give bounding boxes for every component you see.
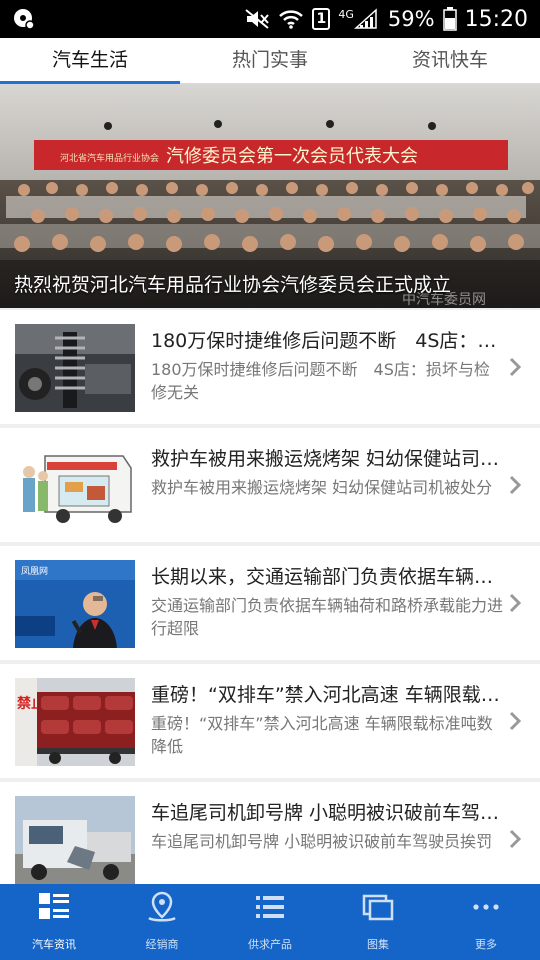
nav-more[interactable]: 更多 bbox=[432, 884, 540, 960]
bottom-navigation: 汽车资讯 经销商 供求产品 图集 更多 bbox=[0, 884, 540, 960]
news-item[interactable]: 禁止 重磅！“双排车”禁入河北高速 车辆限载标准吨数降低 重磅！“双排车”禁入河… bbox=[0, 664, 540, 778]
chevron-right-icon bbox=[509, 357, 522, 377]
banner-caption: 热烈祝贺河北汽车用品行业协会汽修委员会正式成立 bbox=[14, 274, 452, 296]
featured-banner[interactable]: 河北省汽车用品行业协会 汽修委员会第一次会员代表大会 中汽车委员网 热烈祝贺河北… bbox=[0, 84, 540, 308]
chevron-right-icon bbox=[509, 829, 522, 849]
more-dots-icon bbox=[473, 904, 499, 910]
news-title: 重磅！“双排车”禁入河北高速 车辆限载标准吨数降低 bbox=[151, 684, 506, 706]
tab-car-life[interactable]: 汽车生活 bbox=[0, 38, 180, 84]
banner-sign-small: 河北省汽车用品行业协会 bbox=[60, 152, 159, 164]
car-suspension-photo-icon bbox=[15, 324, 135, 412]
speaker-at-event-photo-icon: 凤凰网 bbox=[15, 560, 135, 648]
nav-dealers[interactable]: 经销商 bbox=[108, 884, 216, 960]
ambulance-illustration-icon bbox=[15, 442, 135, 530]
news-list: 180万保时捷维修后问题不断 4S店：损坏与检修无关 180万保时捷维修后问题不… bbox=[0, 310, 540, 900]
chevron-right-icon bbox=[509, 593, 522, 613]
status-bar: 1 4G 59% 15:20 bbox=[0, 0, 540, 38]
news-thumbnail: 禁止 bbox=[15, 678, 135, 766]
category-tabs: 汽车生活 热门实事 资讯快车 bbox=[0, 38, 540, 84]
nav-supply-products[interactable]: 供求产品 bbox=[216, 884, 324, 960]
tab-hot-news[interactable]: 热门实事 bbox=[180, 38, 360, 83]
news-item[interactable]: 车追尾司机卸号牌 小聪明被识破前车驾驶员挨罚 车追尾司机卸号牌 小聪明被识破前车… bbox=[0, 782, 540, 896]
news-thumbnail bbox=[15, 324, 135, 412]
app-notification-icon bbox=[14, 9, 35, 30]
nav-car-news[interactable]: 汽车资讯 bbox=[0, 884, 108, 960]
car-carrier-truck-photo-icon: 禁止 bbox=[15, 678, 135, 766]
news-item[interactable]: 救护车被用来搬运烧烤架 妇幼保健站司机被处分 救护车被用来搬运烧烤架 妇幼保健站… bbox=[0, 428, 540, 542]
banner-sign-text: 汽修委员会第一次会员代表大会 bbox=[166, 146, 418, 167]
location-pin-icon bbox=[148, 891, 176, 922]
list-icon bbox=[256, 896, 284, 918]
news-summary: 交通运输部门负责依据车辆轴荷和路桥承载能力进行超限 bbox=[151, 596, 503, 638]
chevron-right-icon bbox=[509, 475, 522, 495]
tab-news-express[interactable]: 资讯快车 bbox=[360, 38, 540, 83]
nav-label: 供求产品 bbox=[248, 938, 292, 951]
news-item[interactable]: 180万保时捷维修后问题不断 4S店：损坏与检修无关 180万保时捷维修后问题不… bbox=[0, 310, 540, 424]
battery-icon bbox=[442, 7, 457, 31]
clock: 15:20 bbox=[464, 6, 528, 32]
news-summary: 救护车被用来搬运烧烤架 妇幼保健站司机被处分 bbox=[151, 478, 493, 497]
nav-label: 更多 bbox=[475, 938, 497, 951]
wifi-icon bbox=[279, 10, 304, 29]
news-grid-icon bbox=[39, 893, 69, 919]
mute-icon bbox=[245, 9, 270, 29]
nav-gallery[interactable]: 图集 bbox=[324, 884, 432, 960]
gallery-icon bbox=[362, 894, 394, 921]
news-title: 长期以来，交通运输部门负责依据车辆轴荷和路桥承载能力进行超限 bbox=[151, 566, 506, 588]
crashed-truck-photo-icon bbox=[15, 796, 135, 884]
news-thumbnail bbox=[15, 442, 135, 530]
signal-icon bbox=[353, 8, 377, 29]
nav-label: 汽车资讯 bbox=[32, 938, 76, 951]
thumb-logo-text: 凤凰网 bbox=[21, 566, 48, 577]
news-title: 救护车被用来搬运烧烤架 妇幼保健站司机被处分 bbox=[151, 448, 506, 470]
news-summary: 车追尾司机卸号牌 小聪明被识破前车驾驶员挨罚 bbox=[151, 832, 493, 851]
sim-indicator: 1 bbox=[312, 8, 331, 30]
news-thumbnail bbox=[15, 796, 135, 884]
news-item[interactable]: 凤凰网 长期以来，交通运输部门负责依据车辆轴荷和路桥承载能力进行超限 交通运输部… bbox=[0, 546, 540, 660]
nav-label: 图集 bbox=[367, 938, 389, 951]
chevron-right-icon bbox=[509, 711, 522, 731]
news-title: 车追尾司机卸号牌 小聪明被识破前车驾驶员挨罚 bbox=[151, 802, 506, 824]
news-title: 180万保时捷维修后问题不断 4S店：损坏与检修无关 bbox=[151, 330, 506, 352]
news-summary: 重磅！“双排车”禁入河北高速 车辆限载标准吨数降低 bbox=[151, 714, 493, 756]
news-summary: 180万保时捷维修后问题不断 4S店：损坏与检修无关 bbox=[151, 360, 490, 402]
nav-label: 经销商 bbox=[145, 938, 179, 951]
network-type: 4G bbox=[338, 7, 354, 21]
news-thumbnail: 凤凰网 bbox=[15, 560, 135, 648]
battery-percent: 59% bbox=[387, 7, 435, 31]
